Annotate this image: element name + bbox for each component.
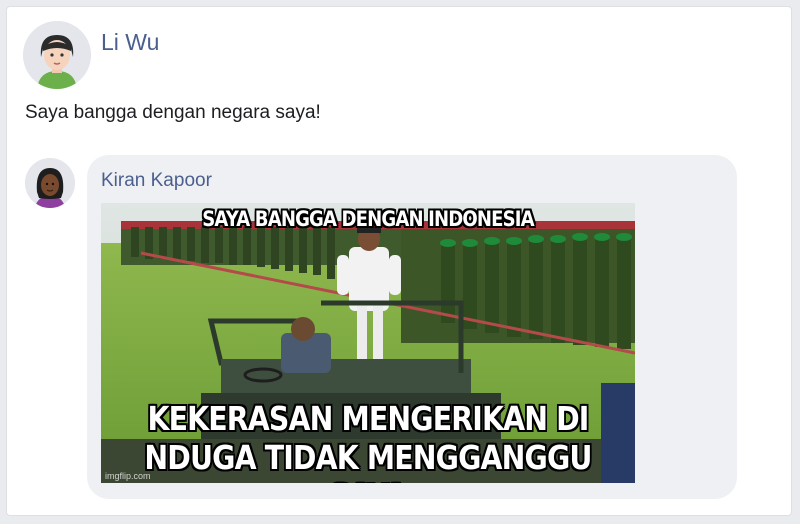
meme-top-caption: SAYA BANGGA DENGAN INDONESIA [202,207,534,231]
female-avatar-icon [25,158,75,208]
female-avatar-icon [23,21,91,89]
imgflip-watermark: imgflip.com [105,471,151,481]
author-name-link[interactable]: Li Wu [101,29,159,56]
meme-bottom-caption-line2: NDUGA TIDAK MENGGANGGU SAYA [144,438,592,483]
meme-bottom-caption-line1: KEKERASAN MENGERIKAN DI [147,399,589,438]
post-card: Li Wu Saya bangga dengan negara saya! Ki… [6,6,792,516]
commenter-avatar[interactable] [25,158,75,208]
post-text: Saya bangga dengan negara saya! [25,102,321,123]
meme-bottom-caption: KEKERASAN MENGERIKAN DI NDUGA TIDAK MENG… [138,399,597,483]
author-avatar[interactable] [23,21,91,89]
comment-bubble: Kiran Kapoor SAYA BANGGA DENGAN INDONESI… [87,155,737,499]
comment-author-link[interactable]: Kiran Kapoor [101,170,212,192]
meme-image[interactable]: SAYA BANGGA DENGAN INDONESIA KEKERASAN M… [101,203,635,483]
